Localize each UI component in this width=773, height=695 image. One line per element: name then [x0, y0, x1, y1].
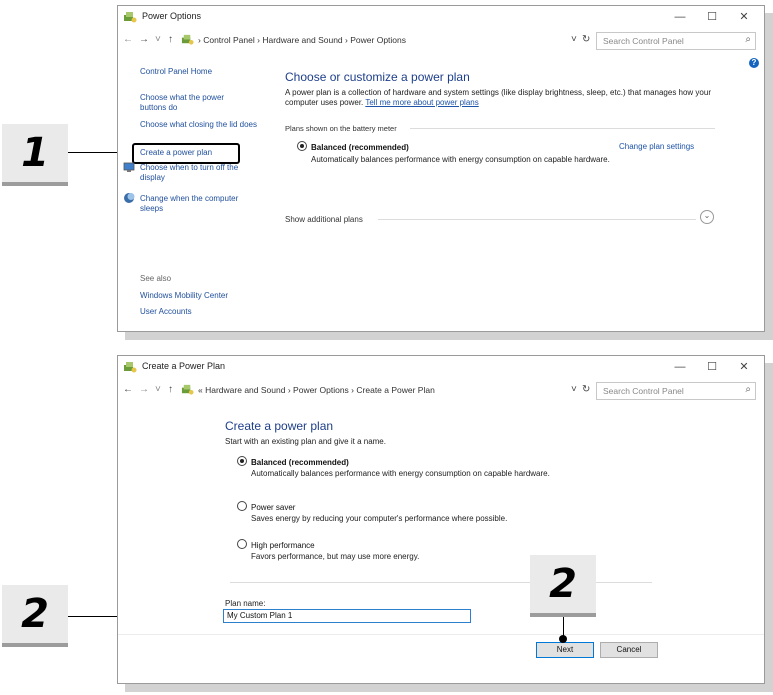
search-icon[interactable]: ⌕ [745, 34, 751, 45]
plan-balanced-description: Automatically balances performance with … [251, 469, 550, 478]
change-plan-settings-link[interactable]: Change plan settings [619, 142, 694, 151]
search-icon[interactable]: ⌕ [745, 384, 751, 395]
breadcrumb: › Control Panel › Hardware and Sound › P… [198, 35, 407, 45]
step-2-badge-right: 2 [530, 555, 596, 617]
search-input[interactable]: Search Control Panel ⌕ [596, 382, 756, 400]
breadcrumb-power-options[interactable]: Power Options [350, 35, 406, 45]
show-additional-plans-label[interactable]: Show additional plans [285, 215, 363, 224]
breadcrumb-create-power-plan[interactable]: Create a Power Plan [356, 385, 434, 395]
step-2-badge-left: 2 [2, 585, 68, 647]
breadcrumb-overflow-icon[interactable]: « [198, 385, 203, 395]
sidebar-item-turn-off-display[interactable]: Choose when to turn off the display [140, 163, 260, 183]
create-power-plan-window: Create a Power Plan — ☐ ✕ ← → ˅ ↑ « Hard… [117, 355, 765, 684]
intro-text: Start with an existing plan and give it … [225, 437, 386, 446]
window-title: Create a Power Plan [142, 361, 226, 371]
address-bar: ← → ˅ ↑ › Control Panel › Hardware and S… [118, 30, 764, 52]
radio-selected[interactable] [237, 456, 247, 466]
plan-option-balanced[interactable]: Balanced (recommended) [237, 456, 349, 467]
breadcrumb-hardware-and-sound[interactable]: Hardware and Sound [262, 35, 342, 45]
plan-balanced-radio[interactable]: Balanced (recommended) [297, 141, 409, 152]
forward-arrow-icon[interactable]: → [139, 384, 149, 395]
power-options-icon [124, 362, 137, 373]
radio-selected[interactable] [297, 141, 307, 151]
maximize-button[interactable]: ☐ [698, 358, 726, 376]
power-options-window: Power Options — ☐ ✕ ← → ˅ ↑ › Control Pa… [117, 5, 765, 332]
window-title: Power Options [142, 11, 202, 21]
up-arrow-icon[interactable]: ↑ [168, 384, 173, 395]
forward-arrow-icon[interactable]: → [139, 34, 149, 45]
minimize-button[interactable]: — [666, 358, 694, 376]
battery-meter-group-label: Plans shown on the battery meter [285, 124, 397, 133]
plan-name-label: Plan name: [225, 599, 266, 608]
help-icon[interactable]: ? [749, 58, 759, 68]
address-dropdown-icon[interactable]: ˅ [571, 384, 577, 395]
sidebar-item-power-buttons[interactable]: Choose what the power buttons do [140, 93, 250, 113]
title-bar: Create a Power Plan — ☐ ✕ [118, 356, 764, 378]
see-also-label: See also [140, 274, 172, 283]
radio-unselected[interactable] [237, 501, 247, 511]
radio-unselected[interactable] [237, 539, 247, 549]
power-options-icon [124, 12, 137, 23]
sidebar-item-create-power-plan[interactable]: Create a power plan [140, 148, 212, 158]
close-button[interactable]: ✕ [730, 358, 758, 376]
user-accounts-link[interactable]: User Accounts [140, 307, 192, 317]
footer-separator [118, 634, 764, 635]
back-arrow-icon[interactable]: ← [123, 34, 133, 45]
search-input[interactable]: Search Control Panel ⌕ [596, 32, 756, 50]
back-arrow-icon[interactable]: ← [123, 384, 133, 395]
refresh-icon[interactable]: ↻ [582, 34, 590, 45]
sidebar-item-computer-sleeps[interactable]: Change when the computer sleeps [140, 194, 260, 214]
step-1-badge: 1 [2, 124, 68, 186]
expand-chevron-icon[interactable]: ⌄ [700, 210, 714, 224]
breadcrumb-control-panel[interactable]: Control Panel [203, 35, 255, 45]
power-plans-help-link[interactable]: Tell me more about power plans [365, 98, 478, 107]
close-button[interactable]: ✕ [730, 8, 758, 26]
refresh-icon[interactable]: ↻ [582, 384, 590, 395]
display-icon [123, 162, 135, 172]
breadcrumb: « Hardware and Sound › Power Options › C… [198, 385, 435, 395]
plan-balanced-description: Automatically balances performance with … [311, 155, 610, 164]
plan-high-performance-description: Favors performance, but may use more ene… [251, 552, 420, 561]
page-heading: Create a power plan [225, 419, 334, 433]
plan-option-power-saver[interactable]: Power saver [237, 501, 295, 512]
callout-dot-2-right [559, 635, 567, 643]
plan-power-saver-description: Saves energy by reducing your computer's… [251, 514, 508, 523]
title-bar: Power Options — ☐ ✕ [118, 6, 764, 28]
recent-dropdown-icon[interactable]: ˅ [155, 384, 161, 395]
up-arrow-icon[interactable]: ↑ [168, 34, 173, 45]
address-bar: ← → ˅ ↑ « Hardware and Sound › Power Opt… [118, 380, 764, 402]
control-panel-icon [181, 34, 194, 45]
cancel-button[interactable]: Cancel [600, 642, 658, 658]
maximize-button[interactable]: ☐ [698, 8, 726, 26]
plan-name-input[interactable]: My Custom Plan 1 [223, 609, 471, 623]
control-panel-icon [181, 384, 194, 395]
next-button[interactable]: Next [536, 642, 594, 658]
sidebar-item-closing-lid[interactable]: Choose what closing the lid does [140, 120, 260, 130]
breadcrumb-hardware-and-sound[interactable]: Hardware and Sound [205, 385, 285, 395]
minimize-button[interactable]: — [666, 8, 694, 26]
group-separator [410, 128, 715, 129]
sleep-moon-icon [124, 193, 135, 203]
additional-plans-separator [378, 219, 696, 220]
intro-text: A power plan is a collection of hardware… [285, 88, 711, 107]
recent-dropdown-icon[interactable]: ˅ [155, 34, 161, 45]
address-dropdown-icon[interactable]: ˅ [571, 34, 577, 45]
breadcrumb-power-options[interactable]: Power Options [293, 385, 349, 395]
sidebar-home-link[interactable]: Control Panel Home [140, 67, 212, 77]
plan-option-high-performance[interactable]: High performance [237, 539, 315, 550]
page-heading: Choose or customize a power plan [285, 70, 470, 84]
windows-mobility-center-link[interactable]: Windows Mobility Center [140, 291, 228, 301]
